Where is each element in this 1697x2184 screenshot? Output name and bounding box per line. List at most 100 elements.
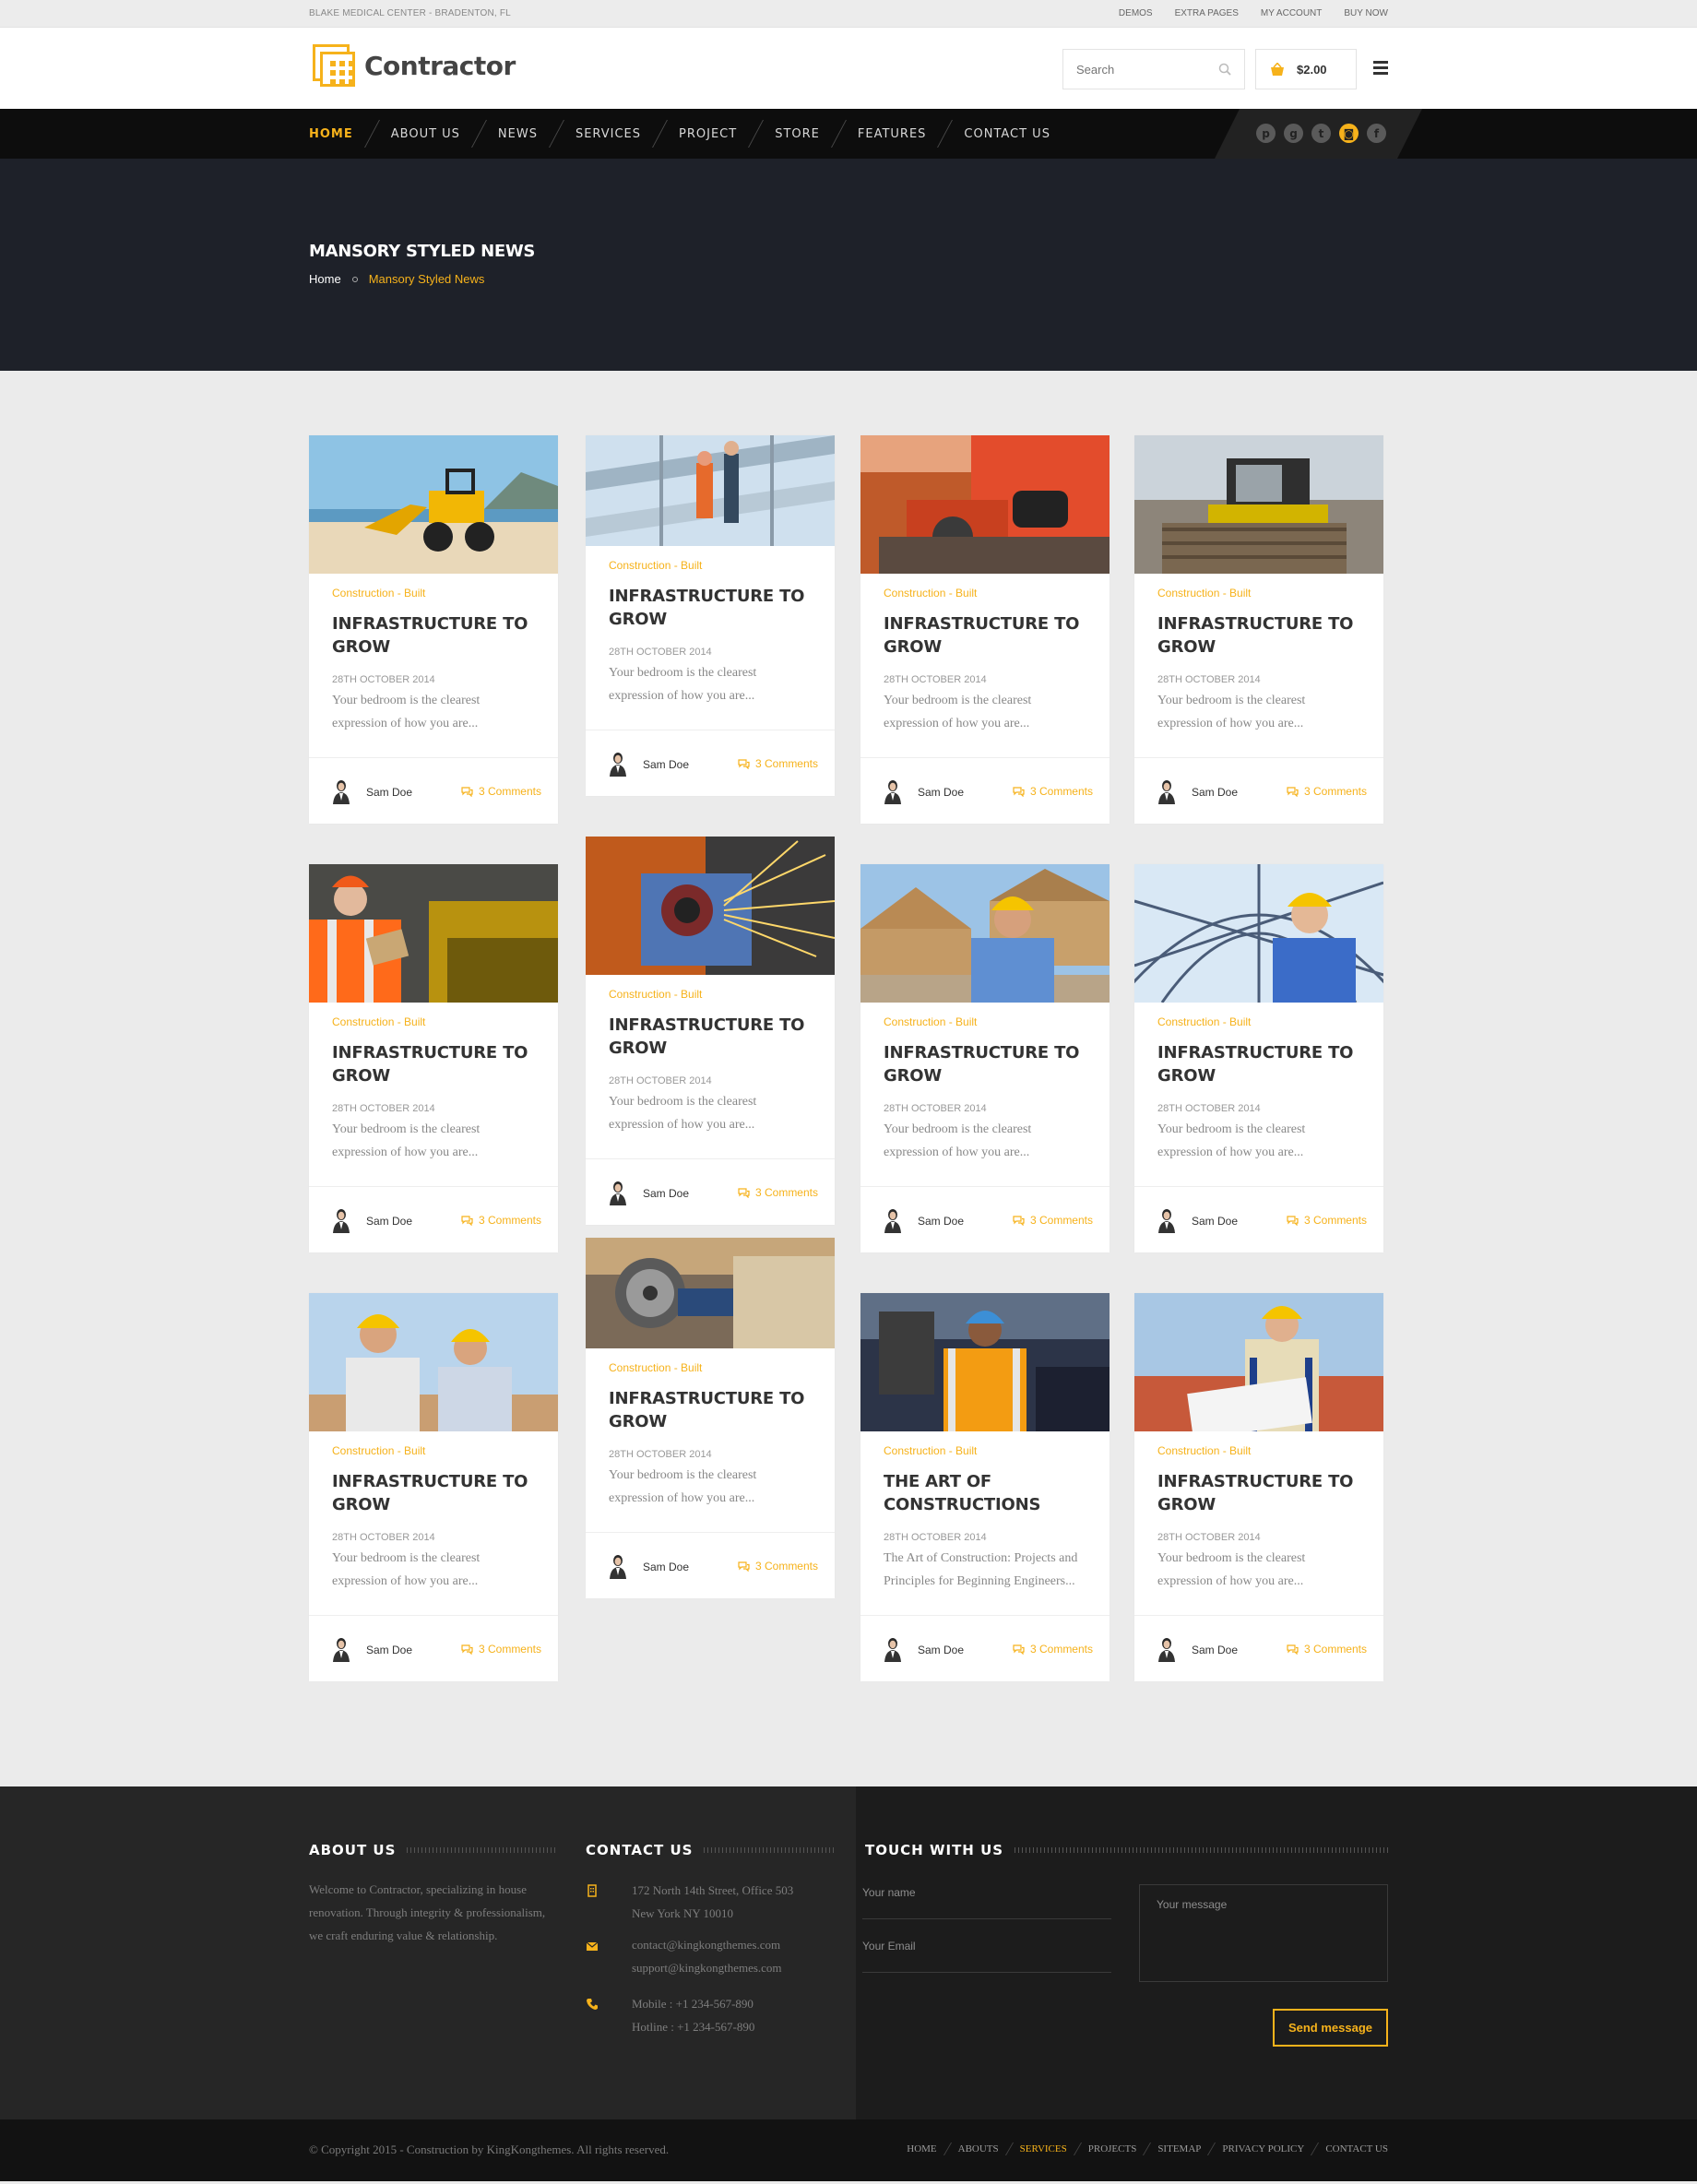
- twitter-icon[interactable]: t: [1311, 124, 1331, 143]
- author-name[interactable]: Sam Doe: [643, 1187, 689, 1200]
- bottom-link-projects[interactable]: PROJECTS: [1088, 2143, 1137, 2154]
- news-category[interactable]: Construction - Built: [609, 559, 813, 572]
- top-link-extra-pages[interactable]: EXTRA PAGES: [1175, 8, 1239, 18]
- news-card-footer: Sam Doe 3 Comments: [1134, 757, 1383, 824]
- contact-name-field[interactable]: Your name: [862, 1879, 1111, 1919]
- search-icon[interactable]: [1218, 63, 1231, 76]
- news-title[interactable]: INFRASTRUCTURE TO GROW: [884, 1041, 1087, 1087]
- news-image[interactable]: [860, 1293, 1110, 1431]
- news-title[interactable]: INFRASTRUCTURE TO GROW: [609, 1387, 813, 1433]
- news-image[interactable]: [309, 1293, 558, 1431]
- author-name[interactable]: Sam Doe: [918, 786, 964, 799]
- comments-link[interactable]: 3 Comments: [461, 1643, 541, 1656]
- top-link-buy-now[interactable]: BUY NOW: [1344, 8, 1388, 18]
- nav-item-store[interactable]: STORE: [775, 127, 820, 141]
- news-image[interactable]: [586, 435, 835, 546]
- nav-item-news[interactable]: NEWS: [498, 127, 538, 141]
- top-link-my-account[interactable]: MY ACCOUNT: [1261, 8, 1323, 18]
- contact-message-field[interactable]: Your message: [1139, 1884, 1388, 1982]
- comments-link[interactable]: 3 Comments: [1287, 785, 1367, 798]
- author-name[interactable]: Sam Doe: [1192, 1644, 1238, 1656]
- news-title[interactable]: INFRASTRUCTURE TO GROW: [1157, 1041, 1361, 1087]
- news-category[interactable]: Construction - Built: [884, 1015, 1087, 1028]
- news-title[interactable]: INFRASTRUCTURE TO GROW: [609, 1014, 813, 1060]
- email-line-2[interactable]: support@kingkongthemes.com: [632, 1956, 782, 1979]
- nav-item-home[interactable]: HOME: [309, 127, 353, 141]
- comments-link[interactable]: 3 Comments: [461, 785, 541, 798]
- bottom-link-home[interactable]: HOME: [907, 2143, 936, 2154]
- news-category[interactable]: Construction - Built: [332, 587, 536, 599]
- author-name[interactable]: Sam Doe: [366, 1644, 412, 1656]
- news-category[interactable]: Construction - Built: [884, 1444, 1087, 1457]
- nav-item-project[interactable]: PROJECT: [679, 127, 737, 141]
- news-category[interactable]: Construction - Built: [1157, 587, 1361, 599]
- nav-item-about-us[interactable]: ABOUT US: [391, 127, 460, 141]
- news-title[interactable]: INFRASTRUCTURE TO GROW: [884, 612, 1087, 659]
- top-link-demos[interactable]: DEMOS: [1119, 8, 1153, 18]
- news-title[interactable]: INFRASTRUCTURE TO GROW: [332, 612, 536, 659]
- bottom-link-contact-us[interactable]: CONTACT US: [1325, 2143, 1388, 2154]
- comments-link[interactable]: 3 Comments: [1287, 1214, 1367, 1227]
- news-category[interactable]: Construction - Built: [609, 1361, 813, 1374]
- news-image[interactable]: [860, 435, 1110, 574]
- news-image[interactable]: [309, 435, 558, 574]
- logo[interactable]: Contractor: [313, 44, 516, 87]
- pinterest-icon[interactable]: p: [1256, 124, 1276, 143]
- news-title[interactable]: INFRASTRUCTURE TO GROW: [1157, 612, 1361, 659]
- bottom-link-services[interactable]: SERVICES: [1020, 2143, 1067, 2154]
- hamburger-menu-icon[interactable]: [1373, 61, 1388, 75]
- bottom-link-sitemap[interactable]: SITEMAP: [1157, 2143, 1201, 2154]
- author-name[interactable]: Sam Doe: [1192, 1215, 1238, 1228]
- news-title[interactable]: INFRASTRUCTURE TO GROW: [332, 1041, 536, 1087]
- instagram-icon[interactable]: ◙: [1339, 124, 1359, 143]
- contact-email-field[interactable]: Your Email: [862, 1932, 1111, 1973]
- author-name[interactable]: Sam Doe: [918, 1644, 964, 1656]
- news-title[interactable]: THE ART OF CONSTRUCTIONS: [884, 1470, 1087, 1516]
- news-image[interactable]: [860, 864, 1110, 1003]
- bottom-link-privacy-policy[interactable]: PRIVACY POLICY: [1222, 2143, 1304, 2154]
- news-category[interactable]: Construction - Built: [884, 587, 1087, 599]
- comments-link[interactable]: 3 Comments: [738, 1186, 818, 1199]
- address-line-2: New York NY 10010: [632, 1906, 734, 1920]
- news-excerpt: Your bedroom is the clearest expression …: [884, 1122, 1032, 1159]
- email-line-1[interactable]: contact@kingkongthemes.com: [632, 1933, 780, 1956]
- bottom-link-abouts[interactable]: ABOUTS: [958, 2143, 999, 2154]
- news-title[interactable]: INFRASTRUCTURE TO GROW: [1157, 1470, 1361, 1516]
- comments-link[interactable]: 3 Comments: [461, 1214, 541, 1227]
- send-message-button[interactable]: Send message: [1273, 2009, 1388, 2047]
- google-plus-icon[interactable]: g: [1284, 124, 1303, 143]
- comments-link[interactable]: 3 Comments: [738, 1560, 818, 1573]
- author-name[interactable]: Sam Doe: [366, 786, 412, 799]
- author-name[interactable]: Sam Doe: [643, 758, 689, 771]
- comments-link[interactable]: 3 Comments: [1287, 1643, 1367, 1656]
- cart-button[interactable]: $2.00: [1255, 49, 1357, 89]
- news-category[interactable]: Construction - Built: [1157, 1015, 1361, 1028]
- author-name[interactable]: Sam Doe: [366, 1215, 412, 1228]
- nav-item-services[interactable]: SERVICES: [576, 127, 641, 141]
- news-image[interactable]: [1134, 1293, 1383, 1431]
- search-input[interactable]: [1063, 50, 1202, 89]
- nav-item-contact-us[interactable]: CONTACT US: [964, 127, 1050, 141]
- comments-link[interactable]: 3 Comments: [738, 757, 818, 770]
- news-category[interactable]: Construction - Built: [332, 1015, 536, 1028]
- author-name[interactable]: Sam Doe: [918, 1215, 964, 1228]
- comments-link[interactable]: 3 Comments: [1013, 1214, 1093, 1227]
- news-image[interactable]: [586, 837, 835, 975]
- breadcrumb-home[interactable]: Home: [309, 272, 341, 286]
- news-category[interactable]: Construction - Built: [609, 988, 813, 1001]
- author-name[interactable]: Sam Doe: [643, 1561, 689, 1573]
- news-title[interactable]: INFRASTRUCTURE TO GROW: [609, 585, 813, 631]
- news-image[interactable]: [586, 1238, 835, 1348]
- news-category[interactable]: Construction - Built: [332, 1444, 536, 1457]
- author-name[interactable]: Sam Doe: [1192, 786, 1238, 799]
- news-image[interactable]: [309, 864, 558, 1003]
- facebook-icon[interactable]: f: [1367, 124, 1386, 143]
- comments-link[interactable]: 3 Comments: [1013, 1643, 1093, 1656]
- news-date: 28TH OCTOBER 2014: [1157, 1103, 1261, 1114]
- news-title[interactable]: INFRASTRUCTURE TO GROW: [332, 1470, 536, 1516]
- news-image[interactable]: [1134, 435, 1383, 574]
- news-image[interactable]: [1134, 864, 1383, 1003]
- nav-item-features[interactable]: FEATURES: [858, 127, 927, 141]
- comments-link[interactable]: 3 Comments: [1013, 785, 1093, 798]
- news-category[interactable]: Construction - Built: [1157, 1444, 1361, 1457]
